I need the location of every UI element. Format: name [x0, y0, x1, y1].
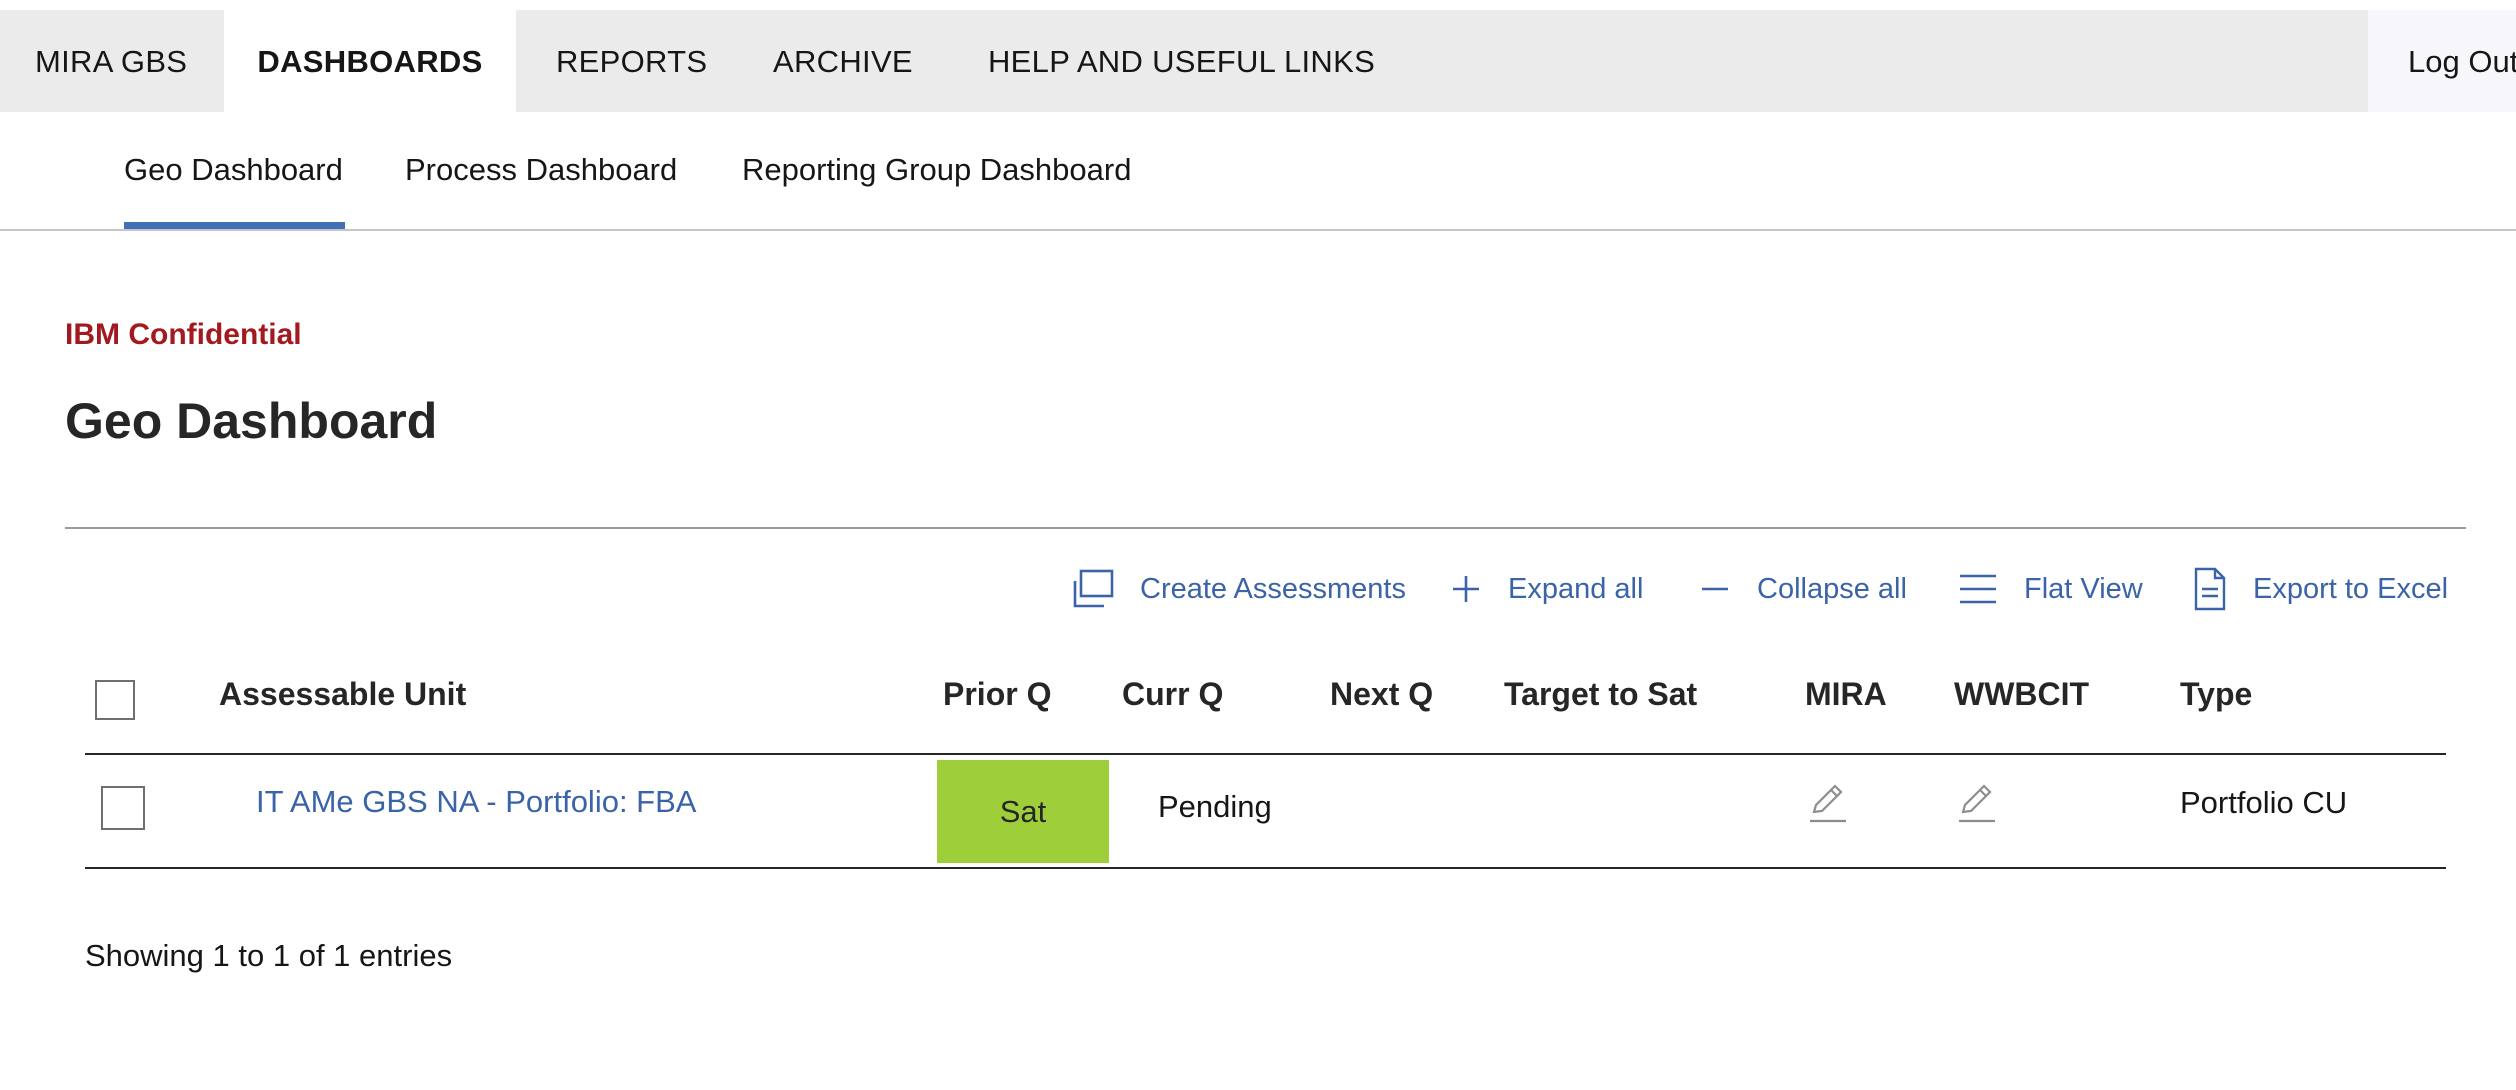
list-icon: [1960, 574, 1996, 604]
plus-icon: [1453, 576, 1479, 602]
export-excel-label: Export to Excel: [2253, 572, 2449, 605]
expand-all-label: Expand all: [1508, 572, 1644, 605]
table-row-divider: [85, 867, 2446, 869]
sub-nav: Geo Dashboard Process Dashboard Reportin…: [0, 112, 2516, 231]
export-excel-button[interactable]: Export to Excel: [2193, 566, 2448, 612]
entries-count: Showing 1 to 1 of 1 entries: [85, 938, 453, 973]
subtab-reporting-group-dashboard[interactable]: Reporting Group Dashboard: [742, 112, 1131, 229]
tab-reports[interactable]: REPORTS: [556, 10, 707, 112]
document-icon: [2194, 567, 2226, 611]
tab-help-links[interactable]: HELP AND USEFUL LINKS: [988, 10, 1375, 112]
subtab-geo-dashboard[interactable]: Geo Dashboard: [124, 112, 345, 229]
column-header-target-to-sat[interactable]: Target to Sat: [1504, 676, 1697, 713]
table-header-divider: [85, 753, 2446, 755]
select-all-checkbox[interactable]: [95, 680, 135, 720]
flat-view-label: Flat View: [2024, 572, 2143, 605]
top-nav: MIRA GBS DASHBOARDS REPORTS ARCHIVE HELP…: [0, 10, 2516, 112]
column-header-next-q[interactable]: Next Q: [1330, 676, 1433, 713]
minus-icon: [1702, 587, 1728, 591]
prior-q-status-badge: Sat: [937, 760, 1109, 863]
tab-archive[interactable]: ARCHIVE: [773, 10, 913, 112]
tab-mira-gbs[interactable]: MIRA GBS: [35, 10, 187, 112]
row-checkbox[interactable]: [101, 786, 145, 830]
collapse-all-button[interactable]: Collapse all: [1699, 566, 1907, 612]
flat-view-button[interactable]: Flat View: [1958, 566, 2143, 612]
mira-edit-icon[interactable]: [1806, 780, 1850, 829]
copy-icon: [1073, 569, 1114, 608]
column-header-prior-q[interactable]: Prior Q: [943, 676, 1051, 713]
curr-q-status: Pending: [1158, 789, 1272, 824]
title-divider: [65, 527, 2466, 529]
column-header-type[interactable]: Type: [2180, 676, 2252, 713]
type-cell: Portfolio CU: [2180, 785, 2348, 820]
column-header-mira[interactable]: MIRA: [1805, 676, 1887, 713]
column-header-curr-q[interactable]: Curr Q: [1122, 676, 1223, 713]
logout-button[interactable]: Log Out: [2368, 10, 2516, 112]
expand-all-button[interactable]: Expand all: [1450, 566, 1643, 612]
collapse-all-label: Collapse all: [1757, 572, 1907, 605]
subtab-process-dashboard[interactable]: Process Dashboard: [405, 112, 677, 229]
confidential-label: IBM Confidential: [65, 318, 302, 351]
column-header-wwbcit[interactable]: WWBCIT: [1954, 676, 2089, 713]
create-assessments-label: Create Assessments: [1140, 572, 1406, 605]
page-title: Geo Dashboard: [65, 393, 438, 449]
tab-dashboards[interactable]: DASHBOARDS: [224, 10, 516, 112]
create-assessments-button[interactable]: Create Assessments: [1072, 566, 1406, 612]
assessable-unit-link[interactable]: IT AMe GBS NA - Portfolio: FBA: [256, 784, 696, 820]
wwbcit-edit-icon[interactable]: [1955, 780, 1999, 829]
column-header-assessable-unit[interactable]: Assessable Unit: [219, 676, 466, 713]
